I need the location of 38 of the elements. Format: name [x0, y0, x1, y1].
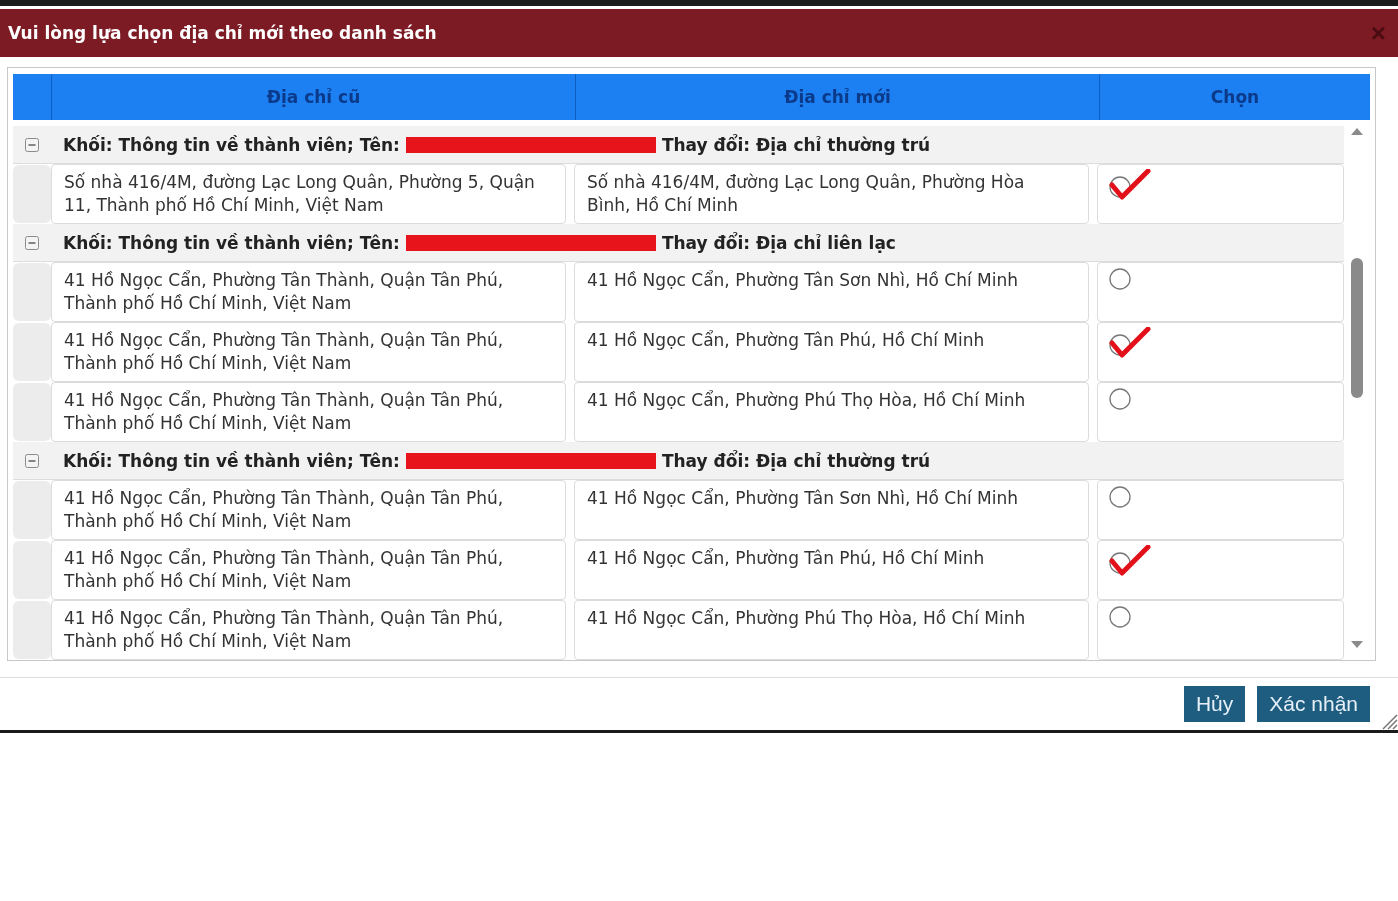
collapse-icon[interactable] — [25, 453, 39, 468]
table-cell: 41 Hồ Ngọc Cẩn, Phường Tân Thành, Quận Tân Phú, Thành phố Hồ Chí Minh, Việt Nam — [51, 540, 566, 600]
group-change-label: Thay đổi: Địa chỉ thường trú — [661, 450, 931, 471]
row-gutter — [13, 541, 51, 599]
group-change-label: Thay đổi: Địa chỉ thường trú — [661, 134, 931, 155]
group-label: Khối: Thông tin về thành viên; Tên: — [63, 450, 400, 471]
scroll-down-icon[interactable] — [1350, 640, 1364, 650]
table-cell: Số nhà 416/4M, đường Lạc Long Quân, Phường 5, Quận 11, Thành phố Hồ Chí Minh, Việt Nam — [51, 164, 566, 224]
table-cell: 41 Hồ Ngọc Cẩn, Phường Tân Thành, Quận Tân Phú, Thành phố Hồ Chí Minh, Việt Nam — [51, 322, 566, 382]
table-cell: 41 Hồ Ngọc Cẩn, Phường Tân Thành, Quận Tân Phú, Thành phố Hồ Chí Minh, Việt Nam — [51, 600, 566, 660]
column-header: Địa chỉ mới — [575, 74, 1099, 120]
group-label: Khối: Thông tin về thành viên; Tên: — [63, 232, 400, 253]
dialog-button[interactable]: Xác nhận — [1257, 686, 1370, 722]
group-change-label: Thay đổi: Địa chỉ liên lạc — [661, 232, 896, 253]
scroll-up-icon[interactable] — [1350, 126, 1364, 136]
table-cell: 41 Hồ Ngọc Cẩn, Phường Phú Thọ Hòa, Hồ Chí Minh — [574, 382, 1089, 442]
collapse-icon[interactable] — [25, 235, 39, 250]
dialog-title: Vui lòng lựa chọn địa chỉ mới theo danh sách — [8, 23, 437, 43]
radio-button[interactable] — [1108, 387, 1132, 411]
dialog-button[interactable]: Hủy — [1183, 686, 1246, 722]
radio-button[interactable] — [1108, 485, 1132, 509]
row-gutter — [13, 601, 51, 659]
collapse-icon[interactable] — [25, 137, 39, 152]
table-cell: 41 Hồ Ngọc Cẩn, Phường Tân Phú, Hồ Chí Minh — [574, 322, 1089, 382]
table-cell: Số nhà 416/4M, đường Lạc Long Quân, Phường Hòa Bình, Hồ Chí Minh — [574, 164, 1089, 224]
table-cell: 41 Hồ Ngọc Cẩn, Phường Tân Thành, Quận Tân Phú, Thành phố Hồ Chí Minh, Việt Nam — [51, 480, 566, 540]
table-cell: 41 Hồ Ngọc Cẩn, Phường Tân Phú, Hồ Chí Minh — [574, 540, 1089, 600]
column-header: Địa chỉ cũ — [51, 74, 575, 120]
table-cell: 41 Hồ Ngọc Cẩn, Phường Tân Sơn Nhì, Hồ Chí Minh — [574, 262, 1089, 322]
table-cell: 41 Hồ Ngọc Cẩn, Phường Tân Thành, Quận Tân Phú, Thành phố Hồ Chí Minh, Việt Nam — [51, 262, 566, 322]
row-gutter — [13, 323, 51, 381]
group-label: Khối: Thông tin về thành viên; Tên: — [63, 134, 400, 155]
scrollbar-thumb[interactable] — [1351, 258, 1363, 398]
table-cell: 41 Hồ Ngọc Cẩn, Phường Tân Sơn Nhì, Hồ Chí Minh — [574, 480, 1089, 540]
radio-button[interactable] — [1108, 267, 1132, 291]
radio-button[interactable] — [1108, 605, 1132, 629]
table-cell: 41 Hồ Ngọc Cẩn, Phường Tân Thành, Quận Tân Phú, Thành phố Hồ Chí Minh, Việt Nam — [51, 382, 566, 442]
table-cell: 41 Hồ Ngọc Cẩn, Phường Phú Thọ Hòa, Hồ Chí Minh — [574, 600, 1089, 660]
